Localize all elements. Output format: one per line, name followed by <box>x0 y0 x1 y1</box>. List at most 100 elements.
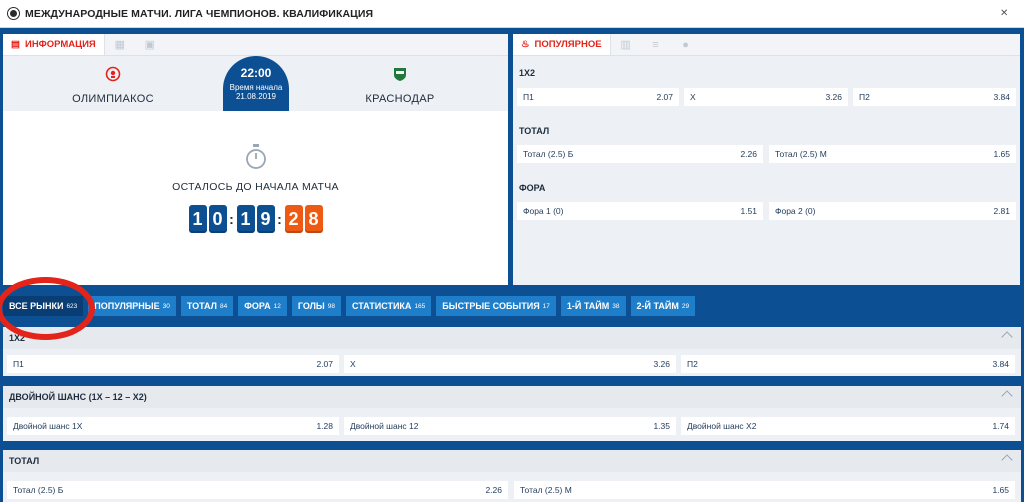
page-title: МЕЖДУНАРОДНЫЕ МАТЧИ. ЛИГА ЧЕМПИОНОВ. КВА… <box>25 7 374 20</box>
odd-label: Тотал (2.5) М <box>775 149 827 159</box>
countdown-separator: : <box>277 211 282 227</box>
odd-button[interactable]: Х 3.26 <box>684 88 848 106</box>
market-tab-count: 38 <box>612 302 620 310</box>
olympiacos-logo-icon <box>105 66 121 82</box>
stopwatch-icon <box>245 144 266 169</box>
market-tab-count: 30 <box>162 302 170 310</box>
market-tab-quick-events[interactable]: БЫСТРЫЕ СОБЫТИЯ 17 <box>436 296 556 316</box>
odd-button[interactable]: П1 2.07 <box>7 355 339 373</box>
popular-tabs: ♨ ПОПУЛЯРНОЕ ▥ ≡ ● <box>513 34 1020 56</box>
market-tab-total[interactable]: ТОТАЛ 84 <box>180 296 234 316</box>
chevron-up-icon[interactable] <box>1001 454 1013 466</box>
countdown-separator: : <box>229 211 234 227</box>
team-home: ОЛИМПИАКОС <box>48 66 178 105</box>
odd-button[interactable]: Тотал (2.5) Б 2.26 <box>7 481 508 499</box>
odd-value: 1.35 <box>653 421 670 431</box>
odd-label: Фора 2 (0) <box>775 206 816 216</box>
odd-label: Двойной шанс X2 <box>687 421 757 431</box>
market-tab-stats[interactable]: СТАТИСТИКА 165 <box>345 296 432 316</box>
info-tabs: ▤ ИНФОРМАЦИЯ ▦ ▣ <box>3 34 508 56</box>
odd-value: 2.26 <box>740 149 757 159</box>
market-tab-count: 165 <box>414 302 426 310</box>
market-tab-label: ГОЛЫ <box>297 301 325 311</box>
band-header[interactable]: ДВОЙНОЙ ШАНС (1X – 12 – X2) <box>3 386 1021 408</box>
match-time-label: Время начала <box>229 83 283 92</box>
chevron-up-icon[interactable] <box>1001 331 1013 343</box>
odd-button[interactable]: П2 3.84 <box>681 355 1015 373</box>
market-tab-count: 84 <box>219 302 228 310</box>
odd-button[interactable]: Фора 1 (0) 1.51 <box>517 202 763 220</box>
odd-button[interactable]: Двойной шанс 12 1.35 <box>344 417 676 435</box>
odd-value: 3.84 <box>993 92 1010 102</box>
tab-stats-icon[interactable]: ▥ <box>611 34 641 55</box>
countdown-digit: 9 <box>256 205 275 233</box>
odd-button[interactable]: Фора 2 (0) 2.81 <box>769 202 1016 220</box>
odd-label: Тотал (2.5) Б <box>523 149 574 159</box>
odd-label: П1 <box>13 359 24 369</box>
krasnodar-logo-icon <box>394 68 406 81</box>
odd-button[interactable]: Двойной шанс X2 1.74 <box>681 417 1015 435</box>
info-icon: ▤ <box>11 39 20 50</box>
band-header[interactable]: 1X2 <box>3 327 1021 349</box>
team-away-name: КРАСНОДАР <box>365 93 435 105</box>
tab-video-icon[interactable]: ▣ <box>135 34 165 55</box>
tab-popular[interactable]: ♨ ПОПУЛЯРНОЕ <box>513 34 611 55</box>
market-tab-label: ПОПУЛЯРНЫЕ <box>94 301 160 311</box>
market-tabs: ВСЕ РЫНКИ 623 ПОПУЛЯРНЫЕ 30 ТОТАЛ 84 ФОРА 12… <box>3 296 700 316</box>
highlight-ellipse <box>0 277 95 340</box>
chevron-up-icon[interactable] <box>1001 390 1013 402</box>
odd-value: 3.26 <box>825 92 842 102</box>
market-tab-goals[interactable]: ГОЛЫ 98 <box>291 296 341 316</box>
market-tab-first-half[interactable]: 1-Й ТАЙМ 38 <box>560 296 626 316</box>
market-tab-count: 98 <box>327 302 335 310</box>
tab-h2h-icon[interactable]: ≡ <box>641 34 671 55</box>
odd-value: 1.65 <box>992 485 1009 495</box>
info-panel: ▤ ИНФОРМАЦИЯ ▦ ▣ ОЛИМПИАКОС КРАСНОДАР 22… <box>3 34 508 285</box>
popular-section-1x2: 1X2 <box>513 68 1020 78</box>
countdown-label: ОСТАЛОСЬ ДО НАЧАЛА МАТЧА <box>172 181 339 193</box>
odd-value: 2.07 <box>656 92 673 102</box>
band-header[interactable]: ТОТАЛ <box>3 450 1021 472</box>
odd-button[interactable]: Тотал (2.5) М 1.65 <box>769 145 1016 163</box>
tab-popular-label: ПОПУЛЯРНОЕ <box>534 39 602 50</box>
market-tab-handicap[interactable]: ФОРА 12 <box>238 296 287 316</box>
odd-label: Х <box>690 92 696 102</box>
market-tab-label: 2-Й ТАЙМ <box>636 301 679 311</box>
odd-label: Тотал (2.5) М <box>520 485 572 495</box>
odd-label: П2 <box>687 359 698 369</box>
odd-value: 1.28 <box>316 421 333 431</box>
team-home-name: ОЛИМПИАКОС <box>72 93 154 105</box>
odd-button[interactable]: П2 3.84 <box>853 88 1016 106</box>
countdown-digits: 1 0 : 1 9 : 2 8 <box>3 205 508 233</box>
tab-field-icon[interactable]: ▦ <box>105 34 135 55</box>
market-tab-count: 12 <box>273 302 281 310</box>
close-icon[interactable]: ✕ <box>1000 8 1008 19</box>
odd-value: 1.51 <box>740 206 757 216</box>
team-away: КРАСНОДАР <box>335 66 465 105</box>
odd-button[interactable]: Тотал (2.5) М 1.65 <box>514 481 1015 499</box>
countdown-digit: 2 <box>284 205 303 233</box>
market-tab-label: БЫСТРЫЕ СОБЫТИЯ <box>442 301 540 311</box>
market-tab-label: ФОРА <box>244 301 271 311</box>
odd-button[interactable]: Х 3.26 <box>344 355 676 373</box>
market-tab-count: 29 <box>681 302 690 310</box>
fire-icon: ♨ <box>521 39 530 50</box>
section-title: ФОРА <box>519 183 546 193</box>
market-tab-label: ТОТАЛ <box>186 301 217 311</box>
popular-panel: ♨ ПОПУЛЯРНОЕ ▥ ≡ ● 1X2 П1 2.07 Х 3.26 П2… <box>513 34 1020 285</box>
market-tab-popular[interactable]: ПОПУЛЯРНЫЕ 30 <box>88 296 176 316</box>
odd-label: П1 <box>523 92 534 102</box>
tab-info[interactable]: ▤ ИНФОРМАЦИЯ <box>3 34 105 55</box>
odd-value: 1.74 <box>992 421 1009 431</box>
tab-field-icon[interactable]: ● <box>671 34 701 55</box>
top-bar: МЕЖДУНАРОДНЫЕ МАТЧИ. ЛИГА ЧЕМПИОНОВ. КВА… <box>0 0 1024 28</box>
odd-value: 1.65 <box>993 149 1010 159</box>
odd-value: 3.26 <box>653 359 670 369</box>
odd-label: Двойной шанс 12 <box>350 421 419 431</box>
odd-button[interactable]: П1 2.07 <box>517 88 679 106</box>
odd-value: 3.84 <box>992 359 1009 369</box>
odd-value: 2.07 <box>316 359 333 369</box>
odd-button[interactable]: Двойной шанс 1X 1.28 <box>7 417 339 435</box>
odd-button[interactable]: Тотал (2.5) Б 2.26 <box>517 145 763 163</box>
market-tab-second-half[interactable]: 2-Й ТАЙМ 29 <box>630 296 696 316</box>
